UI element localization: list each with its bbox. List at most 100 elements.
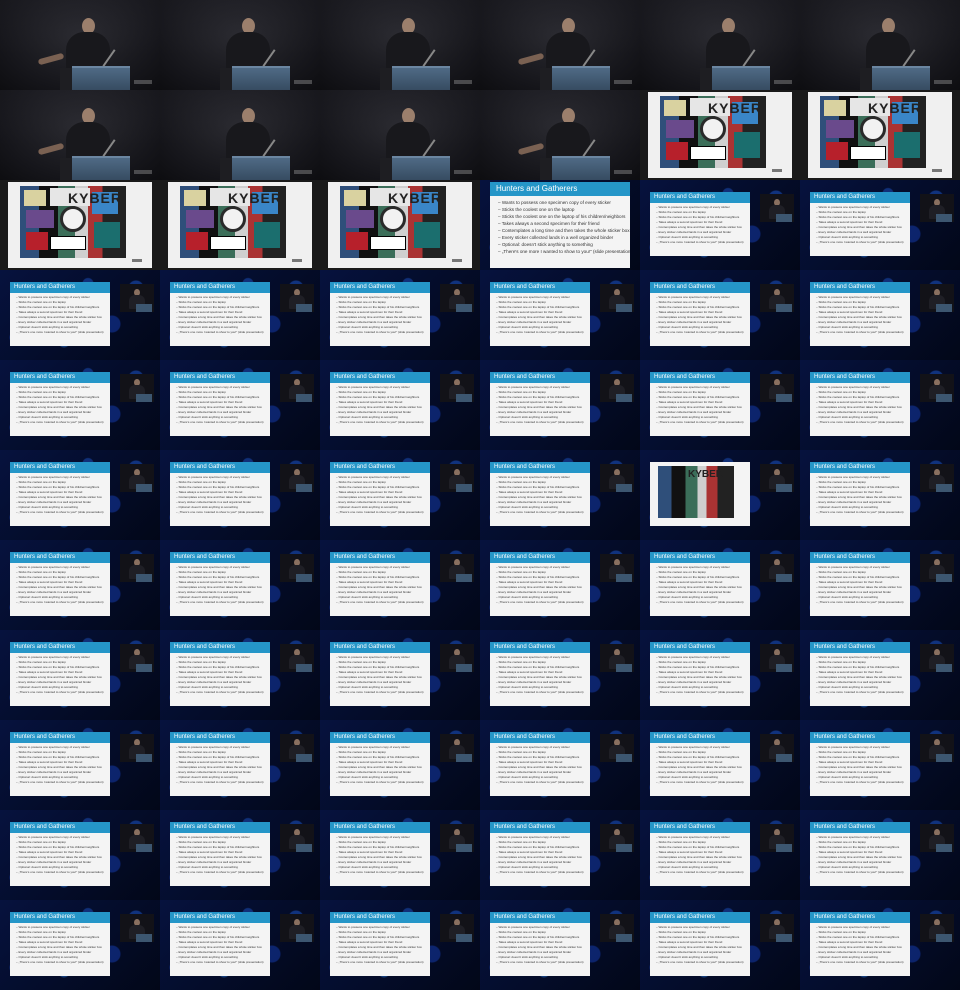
podium xyxy=(296,484,312,492)
video-thumbnail[interactable] xyxy=(320,90,480,180)
video-thumbnail[interactable]: Hunters and GatherersWants to possess on… xyxy=(640,180,800,270)
video-thumbnail[interactable]: Hunters and GatherersWants to possess on… xyxy=(320,900,480,990)
video-thumbnail[interactable]: Hunters and GatherersWants to possess on… xyxy=(800,630,960,720)
video-thumbnail[interactable]: Hunters and GatherersWants to possess on… xyxy=(0,630,160,720)
video-thumbnail[interactable] xyxy=(480,0,640,90)
video-thumbnail[interactable]: Hunters and GatherersWants to possess on… xyxy=(480,900,640,990)
video-thumbnail[interactable]: Hunters and GatherersWants to possess on… xyxy=(160,450,320,540)
video-thumbnail[interactable]: Hunters and GatherersWants to possess on… xyxy=(320,810,480,900)
video-thumbnail[interactable] xyxy=(160,90,320,180)
video-thumbnail[interactable]: Hunters and GatherersWants to possess on… xyxy=(320,360,480,450)
slide-card: Hunters and GatherersWants to possess on… xyxy=(810,912,910,976)
video-thumbnail[interactable]: Hunters and GatherersWants to possess on… xyxy=(320,720,480,810)
slide-card: Hunters and GatherersWants to possess on… xyxy=(10,372,110,436)
video-thumbnail[interactable]: Hunters and GatherersWants to possess on… xyxy=(800,180,960,270)
video-logo xyxy=(294,80,312,84)
video-thumbnail[interactable]: Hunters and GatherersWants to possess on… xyxy=(800,720,960,810)
slide-bullet-list: Wants to possess one specimen copy of ev… xyxy=(170,293,270,335)
video-thumbnail[interactable]: Hunters and GatherersWants to possess on… xyxy=(480,270,640,360)
podium xyxy=(776,754,792,762)
video-thumbnail[interactable]: Hunters and GatherersWants to possess on… xyxy=(320,630,480,720)
podium xyxy=(616,664,632,672)
slide-bullet-list: Wants to possess one specimen copy of ev… xyxy=(650,293,750,335)
video-thumbnail[interactable]: Hunters and GatherersWants to possess on… xyxy=(640,720,800,810)
slide-bullet: „There's one more I wanted to show to yo… xyxy=(816,330,910,335)
video-thumbnail[interactable]: KYBER xyxy=(800,90,960,180)
slide-card: Hunters and GatherersWants to possess on… xyxy=(490,732,590,796)
video-thumbnail[interactable] xyxy=(0,0,160,90)
video-thumbnail[interactable]: Hunters and GatherersWants to possess on… xyxy=(160,630,320,720)
video-thumbnail[interactable]: Hunters and GatherersWants to possess on… xyxy=(640,810,800,900)
video-thumbnail[interactable]: Hunters and GatherersWants to possess on… xyxy=(0,450,160,540)
slide-title: Hunters and Gatherers xyxy=(810,372,910,383)
video-thumbnail[interactable]: Hunters and GatherersWants to possess on… xyxy=(160,270,320,360)
video-thumbnail[interactable]: Hunters and GatherersWants to possess on… xyxy=(640,270,800,360)
video-thumbnail-grid: KYBER KYBER KYBER KYBER KYBER Hunters and Gat… xyxy=(0,0,960,990)
podium xyxy=(296,664,312,672)
video-thumbnail[interactable]: Hunters and GatherersWants to possess on… xyxy=(480,720,640,810)
slide-bullet-list: Wants to possess one specimen copy of ev… xyxy=(810,383,910,425)
video-thumbnail[interactable]: Hunters and GatherersWants to possess on… xyxy=(800,810,960,900)
slide-card: Hunters and GatherersWants to possess on… xyxy=(10,462,110,526)
video-thumbnail[interactable] xyxy=(800,0,960,90)
video-thumbnail[interactable]: Hunters and GatherersWants to possess on… xyxy=(0,720,160,810)
podium xyxy=(872,66,930,90)
video-thumbnail[interactable]: Hunters and GatherersWants to possess on… xyxy=(800,360,960,450)
slide-bullet-list: Wants to possess one specimen copy of ev… xyxy=(490,383,590,425)
speaker-inset xyxy=(280,734,314,762)
slide-title: Hunters and Gatherers xyxy=(10,462,110,473)
video-thumbnail[interactable]: KYBER xyxy=(160,180,320,270)
speaker-inset xyxy=(760,464,794,492)
video-thumbnail[interactable]: Hunters and GatherersWants to possess on… xyxy=(0,900,160,990)
video-thumbnail[interactable]: KYBER xyxy=(320,180,480,270)
video-thumbnail[interactable]: Hunters and GatherersWants to possess on… xyxy=(800,540,960,630)
slide-bullet-list: Wants to possess one specimen copy of ev… xyxy=(10,473,110,515)
video-thumbnail[interactable]: Hunters and GatherersWants to possess on… xyxy=(800,270,960,360)
video-thumbnail[interactable]: KYBER xyxy=(0,180,160,270)
video-thumbnail[interactable]: KYBER xyxy=(640,90,800,180)
podium xyxy=(72,156,130,180)
slide-bullet: „There's one more I wanted to show to yo… xyxy=(498,248,630,255)
video-thumbnail[interactable]: Hunters and GatherersWants to possess on… xyxy=(320,270,480,360)
video-thumbnail[interactable] xyxy=(640,0,800,90)
video-thumbnail[interactable]: Hunters and GatherersWants to possess on… xyxy=(0,540,160,630)
video-thumbnail[interactable]: Hunters and GatherersWants to possess on… xyxy=(0,360,160,450)
slide-card: Hunters and GatherersWants to possess on… xyxy=(170,372,270,436)
slide-bullet: „There's one more I wanted to show to yo… xyxy=(336,510,430,515)
video-thumbnail[interactable]: Hunters and GatherersWants to possess on… xyxy=(160,900,320,990)
video-thumbnail[interactable]: Hunters and GatherersWants to possess on… xyxy=(160,720,320,810)
video-thumbnail[interactable]: Hunters and GatherersWants to possess on… xyxy=(320,540,480,630)
podium xyxy=(136,664,152,672)
video-thumbnail[interactable]: Hunters and GatherersWants to possess on… xyxy=(480,450,640,540)
video-thumbnail[interactable]: Hunters and GatherersWants to possess on… xyxy=(480,180,640,270)
video-thumbnail[interactable]: Hunters and GatherersWants to possess on… xyxy=(160,540,320,630)
slide-bullet: Sticks the coolest one on the laptop of … xyxy=(498,213,630,220)
video-thumbnail[interactable]: Hunters and GatherersWants to possess on… xyxy=(320,450,480,540)
sticker xyxy=(186,232,208,250)
video-thumbnail[interactable]: Hunters and GatherersWants to possess on… xyxy=(800,450,960,540)
video-thumbnail[interactable]: KYBER xyxy=(640,450,800,540)
video-thumbnail[interactable] xyxy=(0,90,160,180)
video-thumbnail[interactable]: Hunters and GatherersWants to possess on… xyxy=(480,540,640,630)
video-thumbnail[interactable]: Hunters and GatherersWants to possess on… xyxy=(0,270,160,360)
video-thumbnail[interactable]: Hunters and GatherersWants to possess on… xyxy=(800,900,960,990)
slide-title: Hunters and Gatherers xyxy=(650,912,750,923)
video-thumbnail[interactable]: Hunters and GatherersWants to possess on… xyxy=(640,630,800,720)
video-thumbnail[interactable]: Hunters and GatherersWants to possess on… xyxy=(480,810,640,900)
video-thumbnail[interactable]: Hunters and GatherersWants to possess on… xyxy=(640,360,800,450)
slide-bullet-list: Wants to possess one specimen copy of ev… xyxy=(10,563,110,605)
video-thumbnail[interactable]: Hunters and GatherersWants to possess on… xyxy=(640,900,800,990)
speaker-inset xyxy=(600,554,634,582)
video-thumbnail[interactable]: Hunters and GatherersWants to possess on… xyxy=(480,630,640,720)
video-thumbnail[interactable]: Hunters and GatherersWants to possess on… xyxy=(480,360,640,450)
video-thumbnail[interactable]: Hunters and GatherersWants to possess on… xyxy=(160,810,320,900)
slide-title: Hunters and Gatherers xyxy=(490,182,630,196)
slide-bullet: Contemplates a long time and then takes … xyxy=(498,227,630,234)
video-thumbnail[interactable] xyxy=(320,0,480,90)
video-thumbnail[interactable] xyxy=(480,90,640,180)
sticker-collage-image: KYBER xyxy=(340,186,446,258)
video-thumbnail[interactable]: Hunters and GatherersWants to possess on… xyxy=(640,540,800,630)
video-thumbnail[interactable]: Hunters and GatherersWants to possess on… xyxy=(0,810,160,900)
video-thumbnail[interactable]: Hunters and GatherersWants to possess on… xyxy=(160,360,320,450)
video-thumbnail[interactable] xyxy=(160,0,320,90)
